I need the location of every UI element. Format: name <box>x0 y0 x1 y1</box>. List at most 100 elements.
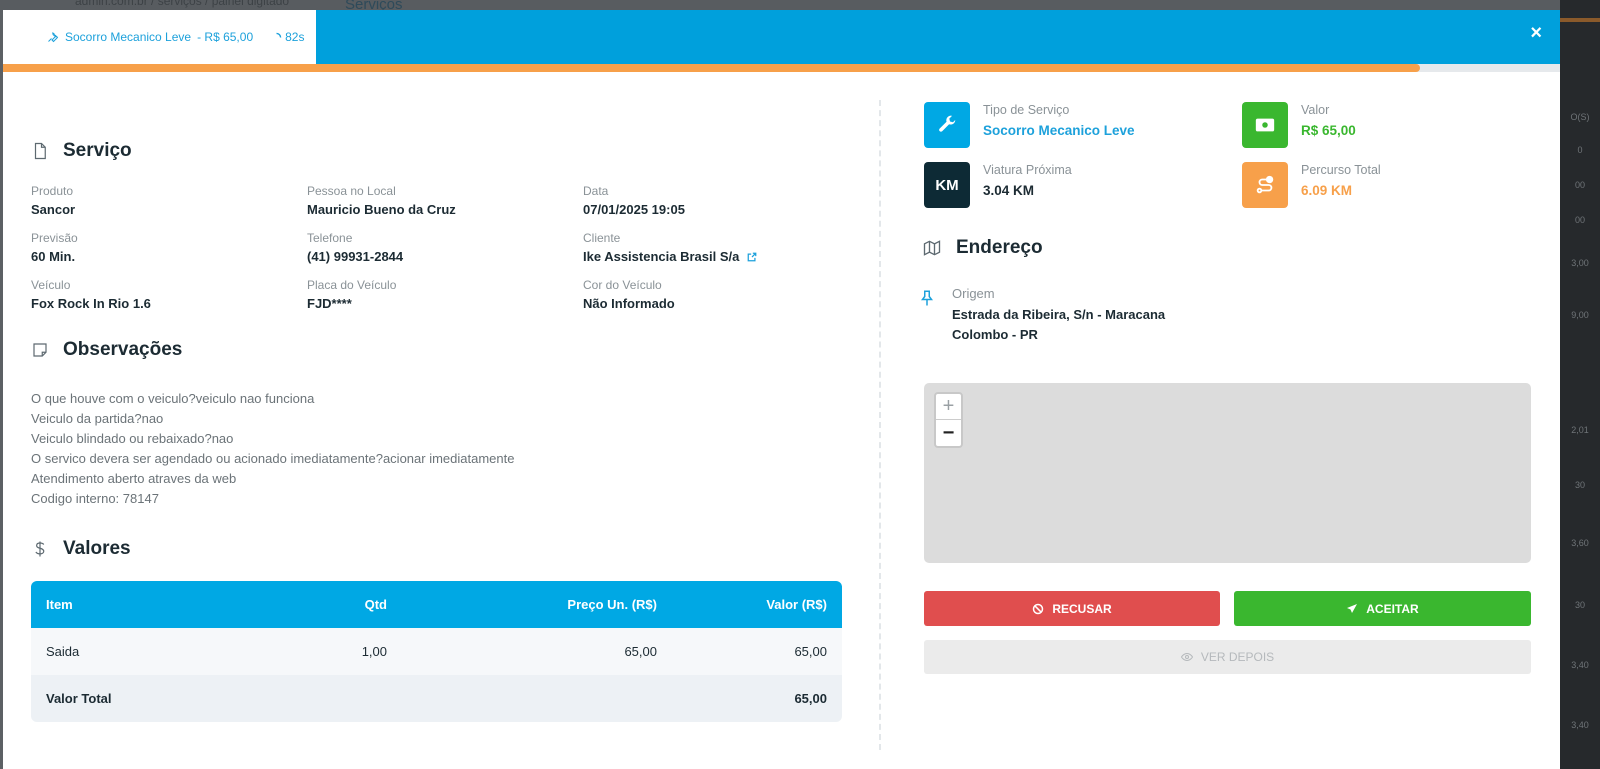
tipo-label: Tipo de Serviço <box>983 103 1070 117</box>
observation-line: O servico devera ser agendado ou acionad… <box>31 451 515 466</box>
background-table-value: 3,60 <box>1571 538 1589 548</box>
zoom-out-button[interactable]: − <box>936 420 961 446</box>
observations-text: O que houve com o veiculo?veiculo nao fu… <box>31 389 846 509</box>
col-header-qtd: Qtd <box>364 597 387 612</box>
field-value-text: 60 Min. <box>31 249 76 264</box>
field-label: Veículo <box>31 278 71 292</box>
field-value-text: Sancor <box>31 202 76 217</box>
tab-service-label: Socorro Mecanico Leve <box>65 30 192 44</box>
dollar-icon <box>35 541 45 557</box>
section-title-servico: Serviço <box>63 140 132 161</box>
money-icon <box>1242 102 1288 148</box>
external-link-icon[interactable] <box>747 252 757 262</box>
field-value-text: Fox Rock In Rio 1.6 <box>31 296 151 311</box>
field-6: Veículo Fox Rock In Rio 1.6 <box>31 278 307 311</box>
field-value-text: 07/01/2025 19:05 <box>583 202 685 217</box>
background-table-value: 9,00 <box>1571 310 1589 320</box>
origin-label: Origem <box>952 286 995 301</box>
info-viatura-proxima: KM Viatura Próxima 3.04 KM <box>924 162 1072 208</box>
section-title-valores: Valores <box>63 538 131 559</box>
countdown-timer: 82s <box>271 30 304 44</box>
col-header-preco: Preço Un. (R$) <box>567 597 657 612</box>
observation-line: Atendimento aberto atraves da web <box>31 471 237 486</box>
viatura-value: 3.04 KM <box>983 183 1035 198</box>
refuse-label: RECUSAR <box>1052 601 1112 616</box>
wrench-icon <box>924 102 970 148</box>
pin-icon <box>921 290 933 306</box>
table-total-row: Valor Total 65,00 <box>31 675 842 722</box>
send-icon <box>1347 603 1358 613</box>
close-button[interactable]: × <box>1530 22 1542 45</box>
origin-street: Estrada da Ribeira, S/n - Maracana <box>952 307 1166 322</box>
field-label: Telefone <box>307 231 353 245</box>
map-view[interactable]: + − <box>924 383 1531 563</box>
field-value: 60 Min. <box>31 249 307 264</box>
field-7: Placa do Veículo FJD**** <box>307 278 583 311</box>
origin-city: Colombo - PR <box>952 327 1038 342</box>
field-value-text: Não Informado <box>583 296 675 311</box>
timer-progress-fill <box>3 64 1420 72</box>
field-label: Cliente <box>583 231 621 245</box>
document-icon <box>34 142 46 160</box>
table-header-row: Item Qtd Preço Un. (R$) Valor (R$) <box>31 581 842 628</box>
route-icon <box>1242 162 1288 208</box>
col-header-valor: Valor (R$) <box>766 597 827 612</box>
background-table-value: 3,00 <box>1571 258 1589 268</box>
table-row: Saida 1,00 65,00 65,00 <box>31 628 842 675</box>
background-table-value: 0 <box>1577 145 1583 155</box>
field-5: Cliente Ike Assistencia Brasil S/a <box>583 231 846 264</box>
field-2: Data 07/01/2025 19:05 <box>583 184 846 217</box>
field-label: Placa do Veículo <box>307 278 397 292</box>
info-valor: Valor R$ 65,00 <box>1242 102 1356 148</box>
eye-icon <box>1180 652 1193 662</box>
cell-valor: 65,00 <box>794 644 827 659</box>
observation-line: Codigo interno: 78147 <box>31 491 159 506</box>
cell-preco: 65,00 <box>624 644 657 659</box>
field-8: Cor do Veículo Não Informado <box>583 278 846 311</box>
field-value: Não Informado <box>583 296 846 311</box>
background-table-value: 3,40 <box>1571 720 1589 730</box>
field-value: (41) 99931-2844 <box>307 249 583 264</box>
field-value-text: Mauricio Bueno da Cruz <box>307 202 456 217</box>
service-tab[interactable]: Socorro Mecanico Leve - R$ 65,00 82s <box>3 10 316 64</box>
section-endereco: Endereço <box>922 237 1043 259</box>
column-divider <box>879 100 881 750</box>
tipo-value: Socorro Mecanico Leve <box>983 123 1135 138</box>
observation-line: Veiculo blindado ou rebaixado?nao <box>31 431 234 446</box>
origin-address: Origem Estrada da Ribeira, S/n - Maracan… <box>918 286 1165 342</box>
field-value: Mauricio Bueno da Cruz <box>307 202 583 217</box>
accept-button[interactable]: ACEITAR <box>1234 591 1531 626</box>
field-value-text: FJD**** <box>307 296 352 311</box>
observation-line: O que houve com o veiculo?veiculo nao fu… <box>31 391 315 406</box>
field-value-text: Ike Assistencia Brasil S/a <box>583 249 740 264</box>
zoom-in-button[interactable]: + <box>936 394 961 420</box>
field-label: Data <box>583 184 609 198</box>
field-value: FJD**** <box>307 296 583 311</box>
background-table-value: 30 <box>1574 480 1585 490</box>
field-3: Previsão 60 Min. <box>31 231 307 264</box>
valor-label: Valor <box>1301 103 1330 117</box>
timer-progress-bar <box>3 64 1560 72</box>
field-label: Previsão <box>31 231 78 245</box>
field-value: Ike Assistencia Brasil S/a <box>583 249 846 264</box>
cell-item: Saida <box>46 644 80 659</box>
view-later-button[interactable]: VER DEPOIS <box>924 640 1531 674</box>
spinner-icon <box>276 32 282 38</box>
total-label: Valor Total <box>46 691 112 706</box>
background-table-value: 00 <box>1574 180 1585 190</box>
cell-qtd: 1,00 <box>361 644 387 659</box>
section-title-endereco: Endereço <box>956 237 1043 258</box>
section-observacoes: Observações <box>31 339 846 361</box>
percurso-value: 6.09 KM <box>1301 183 1353 198</box>
refuse-button[interactable]: RECUSAR <box>924 591 1220 626</box>
wrench-icon <box>48 31 59 43</box>
total-value: 65,00 <box>794 691 827 706</box>
field-value: Sancor <box>31 202 307 217</box>
background-breadcrumb: admin.com.br / serviços / painel digitad… <box>75 0 290 8</box>
service-fields-grid: Produto Sancor Pessoa no Local Mauricio Bue… <box>31 184 846 311</box>
observation-line: Veiculo da partida?nao <box>31 411 164 426</box>
modal-header: Socorro Mecanico Leve - R$ 65,00 82s × <box>3 10 1560 64</box>
info-percurso-total: Percurso Total 6.09 KM <box>1242 162 1381 208</box>
timer-value: 82s <box>285 30 305 44</box>
percurso-label: Percurso Total <box>1301 163 1381 177</box>
